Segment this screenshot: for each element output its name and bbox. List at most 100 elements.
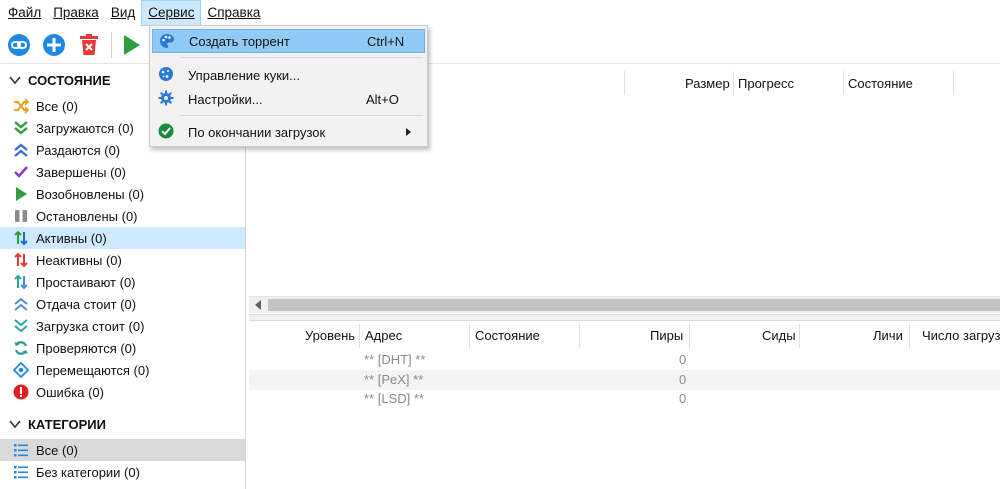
tracker-address: ** [LSD] ** (364, 391, 424, 406)
column-divider (359, 324, 360, 348)
filter-completed[interactable]: Завершены (0) (0, 161, 245, 183)
filter-label: Загрузка стоит (0) (36, 318, 145, 334)
menu-item-shortcut: Alt+O (366, 91, 399, 107)
category-uncategorized[interactable]: Без категории (0) (0, 461, 245, 483)
move-icon (13, 362, 29, 378)
categories-section-header[interactable]: КАТЕГОРИИ (0, 409, 245, 439)
column-header-status[interactable]: Состояние (475, 324, 540, 348)
filter-label: Неактивны (0) (36, 252, 122, 268)
double-chevron-up-icon (14, 297, 28, 311)
filter-label: Остановлены (0) (36, 208, 138, 224)
categories-header-label: КАТЕГОРИИ (28, 416, 106, 432)
column-divider (953, 71, 954, 95)
menu-separator (180, 57, 423, 58)
list-icon (14, 444, 28, 457)
cookie-icon (159, 67, 173, 81)
column-header-peers[interactable]: Пиры (650, 324, 683, 348)
status-header-label: СОСТОЯНИЕ (28, 72, 111, 88)
filter-label: Проверяются (0) (36, 340, 137, 356)
play-icon (16, 187, 27, 201)
column-header-downloaded[interactable]: Число загруз (922, 324, 1000, 348)
filter-label: Отдача стоит (0) (36, 296, 137, 312)
tracker-peers: 0 (679, 372, 687, 387)
trackers-table[interactable]: Уровень Адрес Состояние Пиры Сиды Личи Ч… (249, 322, 1000, 489)
table-row[interactable]: ** [PeX] ** 0 (249, 370, 1000, 390)
palette-icon (160, 34, 174, 48)
filter-label: Загружаются (0) (36, 120, 134, 136)
filter-paused[interactable]: Остановлены (0) (0, 205, 245, 227)
menu-item-label: По окончании загрузок (188, 124, 326, 140)
updown-arrows-icon (14, 252, 28, 268)
updown-arrows-icon (14, 230, 28, 246)
column-header-status[interactable]: Состояние (848, 71, 913, 95)
filter-label: Завершены (0) (36, 164, 126, 180)
filter-label: Перемещаются (0) (36, 362, 150, 378)
category-label: Без категории (0) (36, 464, 140, 480)
filter-moving[interactable]: Перемещаются (0) (0, 359, 245, 381)
add-torrent-button[interactable] (39, 30, 69, 60)
filter-checking[interactable]: Проверяются (0) (0, 337, 245, 359)
menu-item-settings[interactable]: Настройки... Alt+O (152, 87, 425, 111)
column-divider (799, 324, 800, 348)
menu-separator (180, 115, 423, 116)
filter-stalled-downloading[interactable]: Загрузка стоит (0) (0, 315, 245, 337)
error-icon (13, 384, 29, 400)
filter-label: Раздаются (0) (36, 142, 121, 158)
filter-stalled[interactable]: Простаивают (0) (0, 271, 245, 293)
table-row[interactable]: ** [LSD] ** 0 (249, 389, 1000, 409)
delete-button[interactable] (74, 30, 104, 60)
chevron-down-icon (9, 420, 21, 429)
list-icon (14, 466, 28, 479)
menu-item-label: Настройки... (188, 91, 263, 107)
resume-button[interactable] (116, 30, 146, 60)
gear-icon (158, 90, 174, 106)
column-header-tier[interactable]: Уровень (305, 324, 355, 348)
filter-inactive[interactable]: Неактивны (0) (0, 249, 245, 271)
column-header-address[interactable]: Адрес (365, 324, 402, 348)
filter-resumed[interactable]: Возобновлены (0) (0, 183, 245, 205)
pane-splitter[interactable] (249, 314, 1000, 321)
horizontal-scrollbar[interactable] (249, 296, 1000, 313)
menu-file[interactable]: Файл (2, 0, 47, 26)
add-link-button[interactable] (4, 30, 34, 60)
check-circle-icon (158, 123, 174, 139)
column-divider (579, 324, 580, 348)
double-chevron-up-icon (14, 143, 28, 157)
scrollbar-thumb[interactable] (268, 299, 1000, 311)
link-icon (8, 33, 30, 56)
menu-tools[interactable]: Сервис (141, 0, 202, 26)
menu-view[interactable]: Вид (105, 0, 141, 26)
menu-edit[interactable]: Правка (47, 0, 105, 26)
double-chevron-down-icon (14, 121, 28, 135)
filter-label: Все (0) (36, 98, 78, 114)
column-header-progress[interactable]: Прогресс (738, 71, 794, 95)
menu-item-cookies[interactable]: Управление куки... (152, 63, 425, 87)
tracker-peers: 0 (679, 352, 687, 367)
updown-arrows-icon (14, 274, 28, 290)
delete-icon (80, 33, 98, 55)
column-header-leeches[interactable]: Личи (873, 324, 903, 348)
shuffle-icon (14, 98, 29, 114)
refresh-icon (14, 341, 28, 355)
column-divider (909, 324, 910, 348)
filter-label: Простаивают (0) (36, 274, 136, 290)
table-row[interactable]: ** [DHT] ** 0 (249, 350, 1000, 370)
pause-icon (15, 210, 27, 222)
filter-errored[interactable]: Ошибка (0) (0, 381, 245, 403)
column-header-seeds[interactable]: Сиды (762, 324, 796, 348)
filter-stalled-uploading[interactable]: Отдача стоит (0) (0, 293, 245, 315)
menu-item-label: Управление куки... (188, 67, 300, 83)
column-header-size[interactable]: Размер (685, 71, 730, 95)
menu-item-shortcut: Ctrl+N (367, 33, 405, 49)
menu-item-on-downloads-done[interactable]: По окончании загрузок (152, 120, 425, 144)
category-label: Все (0) (36, 442, 78, 458)
column-divider (843, 71, 844, 95)
menu-item-create-torrent[interactable]: Создать торрент Ctrl+N (152, 29, 425, 53)
submenu-arrow-icon (406, 128, 411, 136)
column-divider (624, 71, 625, 95)
category-all[interactable]: Все (0) (0, 439, 245, 461)
filter-active[interactable]: Активны (0) (0, 227, 245, 249)
menu-help[interactable]: Справка (201, 0, 266, 26)
column-divider (689, 324, 690, 348)
scroll-left-icon[interactable] (255, 300, 261, 310)
